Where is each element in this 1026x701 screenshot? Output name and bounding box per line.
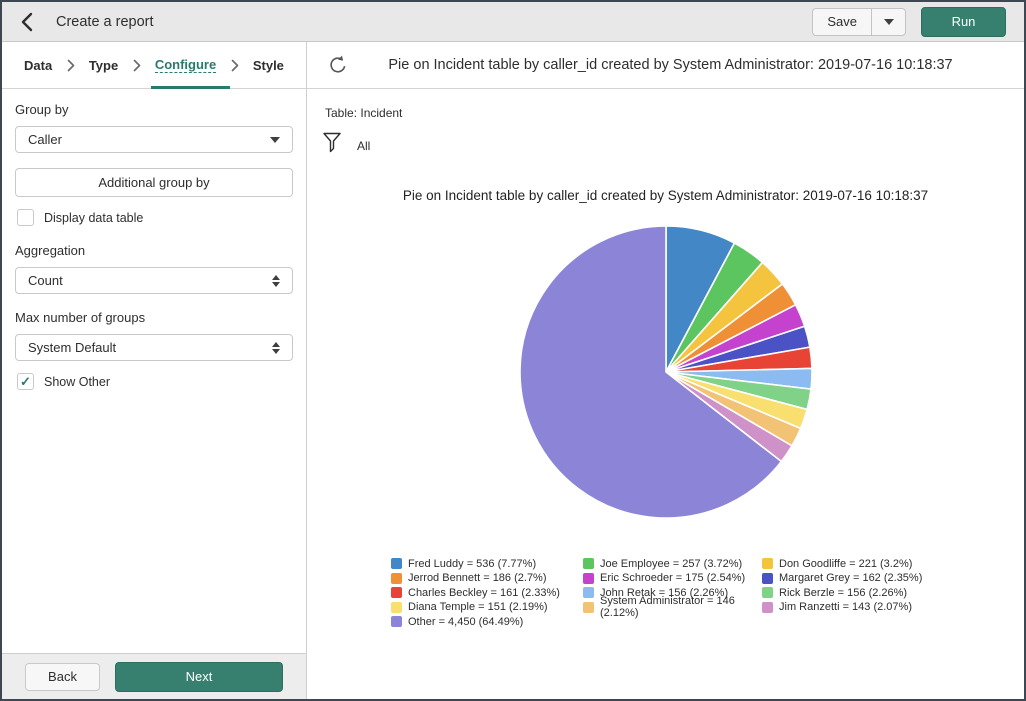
- legend-label: Other = 4,450 (64.49%): [408, 616, 523, 628]
- legend-label: Don Goodliffe = 221 (3.2%): [779, 558, 912, 570]
- next-button[interactable]: Next: [115, 662, 283, 692]
- run-button[interactable]: Run: [921, 7, 1006, 37]
- legend-swatch: [391, 587, 402, 598]
- body: Data Type Configure Style Group by Cal: [2, 42, 1024, 699]
- legend-swatch: [391, 616, 402, 627]
- legend-item[interactable]: Joe Employee = 257 (3.72%): [583, 557, 762, 571]
- report-preview-panel: Pie on Incident table by caller_id creat…: [307, 42, 1024, 699]
- page-title: Create a report: [56, 14, 154, 30]
- legend-swatch: [762, 573, 773, 584]
- pie-chart: [518, 224, 814, 520]
- topbar-actions: Save Run: [812, 7, 1006, 37]
- config-sidebar: Data Type Configure Style Group by Cal: [2, 42, 307, 699]
- legend-label: Rick Berzle = 156 (2.26%): [779, 587, 907, 599]
- chevron-down-icon: [270, 137, 280, 143]
- legend-swatch: [391, 558, 402, 569]
- step-type[interactable]: Type: [89, 58, 118, 73]
- filter-funnel-icon: [323, 132, 341, 159]
- display-data-table-row: Display data table: [15, 209, 293, 226]
- chart-legend: Fred Luddy = 536 (7.77%) Joe Employee = 2…: [391, 557, 940, 629]
- legend-item[interactable]: Margaret Grey = 162 (2.35%): [762, 572, 940, 586]
- legend-label: Diana Temple = 151 (2.19%): [408, 601, 548, 613]
- create-report-window: Create a report Save Run Data Type: [0, 0, 1026, 701]
- aggregation-value: Count: [28, 273, 63, 288]
- select-stepper-icon: [272, 342, 280, 354]
- max-groups-value: System Default: [28, 340, 116, 355]
- legend-swatch: [391, 602, 402, 613]
- active-step-indicator: [151, 86, 230, 89]
- display-data-table-checkbox[interactable]: [17, 209, 34, 226]
- aggregation-select[interactable]: Count: [15, 267, 293, 294]
- step-style[interactable]: Style: [253, 58, 284, 73]
- chart-title: Pie on Incident table by caller_id creat…: [307, 188, 1024, 203]
- legend-item[interactable]: Jim Ranzetti = 143 (2.07%): [762, 601, 940, 615]
- legend-swatch: [583, 587, 594, 598]
- step-data[interactable]: Data: [24, 58, 52, 73]
- show-other-label: Show Other: [44, 375, 110, 389]
- group-by-value: Caller: [28, 132, 62, 147]
- legend-swatch: [391, 573, 402, 584]
- table-label: Table: Incident: [325, 106, 1024, 120]
- max-groups-select[interactable]: System Default: [15, 334, 293, 361]
- report-header: Pie on Incident table by caller_id creat…: [307, 42, 1024, 89]
- filter-label: All: [357, 139, 370, 153]
- legend-item[interactable]: Eric Schroeder = 175 (2.54%): [583, 572, 762, 586]
- display-data-table-label: Display data table: [44, 211, 143, 225]
- save-menu-button[interactable]: [872, 9, 905, 35]
- save-button[interactable]: Save: [813, 9, 872, 35]
- legend-label: Eric Schroeder = 175 (2.54%): [600, 572, 745, 584]
- pie-chart-area: [307, 224, 1024, 520]
- top-bar: Create a report Save Run: [2, 2, 1024, 42]
- additional-group-by-button[interactable]: Additional group by: [15, 168, 293, 197]
- select-stepper-icon: [272, 275, 280, 287]
- legend-item[interactable]: Fred Luddy = 536 (7.77%): [391, 557, 583, 571]
- legend-label: Joe Employee = 257 (3.72%): [600, 558, 742, 570]
- back-button[interactable]: Back: [25, 663, 100, 691]
- show-other-row: ✓ Show Other: [15, 373, 293, 390]
- legend-item[interactable]: Diana Temple = 151 (2.19%): [391, 601, 583, 615]
- show-other-checkbox[interactable]: ✓: [17, 373, 34, 390]
- aggregation-label: Aggregation: [15, 243, 293, 258]
- legend-label: Jerrod Bennett = 186 (2.7%): [408, 572, 547, 584]
- legend-item[interactable]: Don Goodliffe = 221 (3.2%): [762, 557, 940, 571]
- step-configure[interactable]: Configure: [155, 57, 216, 73]
- legend-item[interactable]: Charles Beckley = 161 (2.33%): [391, 586, 583, 600]
- wizard-steps: Data Type Configure Style: [2, 42, 306, 89]
- legend-item[interactable]: Rick Berzle = 156 (2.26%): [762, 586, 940, 600]
- legend-label: Margaret Grey = 162 (2.35%): [779, 572, 922, 584]
- legend-swatch: [762, 587, 773, 598]
- configure-controls: Group by Caller Additional group by Disp…: [2, 89, 306, 653]
- sidebar-footer: Back Next: [2, 653, 306, 699]
- save-split-button: Save: [812, 8, 906, 36]
- filter-condition[interactable]: All: [323, 132, 370, 159]
- chevron-right-icon: [133, 59, 141, 72]
- back-chevron-icon[interactable]: [20, 9, 46, 35]
- check-icon: ✓: [20, 375, 31, 388]
- legend-swatch: [583, 602, 594, 613]
- legend-label: Fred Luddy = 536 (7.77%): [408, 558, 536, 570]
- chevron-right-icon: [67, 59, 75, 72]
- legend-label: Charles Beckley = 161 (2.33%): [408, 587, 560, 599]
- legend-swatch: [762, 558, 773, 569]
- legend-label: Jim Ranzetti = 143 (2.07%): [779, 601, 912, 613]
- report-title: Pie on Incident table by caller_id creat…: [349, 57, 1004, 73]
- legend-item[interactable]: Other = 4,450 (64.49%): [391, 615, 583, 629]
- chevron-right-icon: [231, 59, 239, 72]
- legend-label: System Administrator = 146 (2.12%): [600, 595, 762, 619]
- legend-swatch: [762, 602, 773, 613]
- refresh-icon[interactable]: [327, 54, 349, 76]
- chevron-down-icon: [884, 19, 894, 25]
- legend-item[interactable]: System Administrator = 146 (2.12%): [583, 601, 762, 615]
- legend-swatch: [583, 573, 594, 584]
- group-by-select[interactable]: Caller: [15, 126, 293, 153]
- legend-item[interactable]: Jerrod Bennett = 186 (2.7%): [391, 572, 583, 586]
- group-by-label: Group by: [15, 102, 293, 117]
- max-groups-label: Max number of groups: [15, 310, 293, 325]
- legend-swatch: [583, 558, 594, 569]
